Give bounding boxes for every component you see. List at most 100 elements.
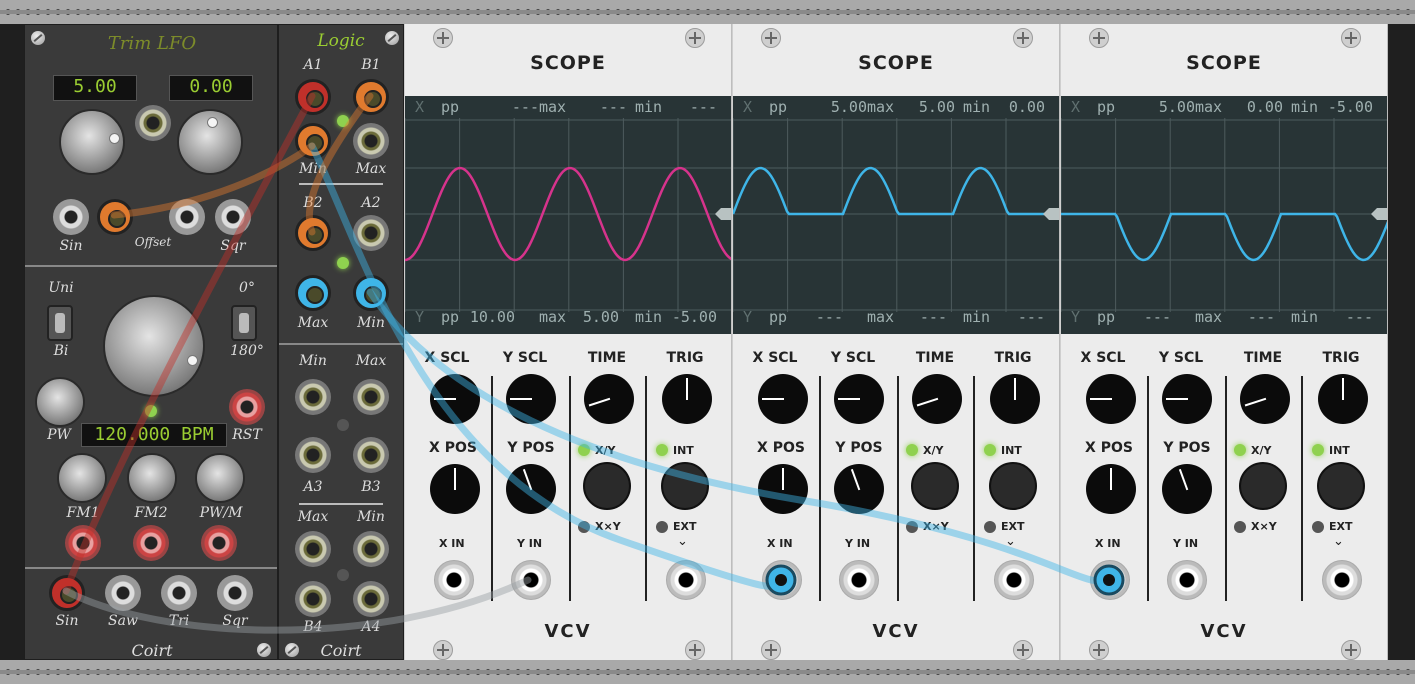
sqr-output-jack-bottom[interactable] — [217, 575, 253, 611]
offset-knob[interactable] — [177, 109, 243, 175]
bpm-display: 120.000 BPM — [81, 423, 227, 447]
sin-output-plug[interactable] — [49, 575, 85, 611]
x-position-knob[interactable] — [430, 464, 480, 514]
x-scale-knob[interactable] — [430, 374, 480, 424]
max-label-2: Max — [297, 315, 329, 331]
screw-icon — [433, 640, 453, 660]
pwm-knob[interactable] — [195, 453, 245, 503]
pp-label: pp — [1097, 98, 1116, 116]
x-scale-knob[interactable] — [1086, 374, 1136, 424]
ext-trigger-input-jack[interactable] — [994, 560, 1034, 600]
fm1-input-jack[interactable] — [65, 525, 101, 561]
max-output-plug[interactable] — [295, 275, 331, 311]
y-scale-knob[interactable] — [834, 374, 884, 424]
b1-label: B1 — [361, 57, 381, 73]
sqr-output-jack[interactable] — [215, 199, 251, 235]
trigger-level-marker — [1043, 208, 1059, 220]
a3-input-jack[interactable] — [295, 437, 331, 473]
y-input-jack[interactable] — [839, 560, 879, 600]
tri-output-jack[interactable] — [161, 575, 197, 611]
uni-bi-switch[interactable] — [47, 305, 73, 341]
xy-mode-label: X/Y — [1251, 444, 1272, 457]
pwm-input-jack[interactable] — [201, 525, 237, 561]
trigger-source-button[interactable] — [661, 462, 709, 510]
column-divider — [569, 376, 571, 601]
y-scale-label: Y SCL — [830, 350, 876, 366]
brand-label: Coirt — [320, 641, 362, 660]
phase-switch[interactable] — [231, 305, 257, 341]
offset-output-jack[interactable] — [169, 199, 205, 235]
y-min-value: -5.00 — [671, 308, 717, 326]
min-output-plug-2[interactable] — [353, 275, 389, 311]
reset-input-jack[interactable] — [229, 389, 265, 425]
fm2-knob[interactable] — [127, 453, 177, 503]
max-output-jack-3[interactable] — [353, 379, 389, 415]
y-readout: Y pp 10.00 max 5.00 min -5.00 — [405, 306, 731, 328]
scope-title: SCOPE — [530, 52, 606, 74]
fm1-knob[interactable] — [57, 453, 107, 503]
y-scale-label: Y SCL — [1158, 350, 1204, 366]
fm2-input-jack[interactable] — [133, 525, 169, 561]
y-readout: Y pp --- max --- min --- — [1061, 306, 1387, 328]
y-scale-knob[interactable] — [506, 374, 556, 424]
b1-input-plug[interactable] — [353, 79, 389, 115]
sin-output-jack[interactable] — [53, 199, 89, 235]
a1-label: A1 — [303, 57, 323, 73]
trigger-source-button[interactable] — [989, 462, 1037, 510]
trigger-source-button[interactable] — [1317, 462, 1365, 510]
xy-mode-led — [1234, 444, 1246, 456]
min-output-jack-3[interactable] — [295, 379, 331, 415]
time-knob[interactable] — [584, 374, 634, 424]
b4-input-jack[interactable] — [295, 581, 331, 617]
xy-mode-button[interactable] — [911, 462, 959, 510]
sqr-label-bottom: Sqr — [222, 613, 248, 629]
x-scale-knob[interactable] — [758, 374, 808, 424]
y-max-value: --- — [1247, 308, 1275, 326]
ext-trigger-input-jack[interactable] — [666, 560, 706, 600]
xy-mode-button[interactable] — [583, 462, 631, 510]
a1-input-plug[interactable] — [295, 79, 331, 115]
int-trigger-label: INT — [673, 444, 694, 457]
max-output-jack[interactable] — [353, 123, 389, 159]
trim-input-jack[interactable] — [135, 105, 171, 141]
min-output-jack-4[interactable] — [353, 531, 389, 567]
b3-input-jack[interactable] — [353, 437, 389, 473]
frequency-knob[interactable] — [103, 295, 205, 397]
a2-input-jack[interactable] — [353, 215, 389, 251]
min-output-plug[interactable] — [295, 123, 331, 159]
x-input-jack[interactable] — [1090, 560, 1130, 600]
xxy-mode-label: X×Y — [1251, 520, 1277, 533]
y-position-knob[interactable] — [506, 464, 556, 514]
amplitude-knob[interactable] — [59, 109, 125, 175]
a4-input-jack[interactable] — [353, 581, 389, 617]
trigger-knob[interactable] — [1318, 374, 1368, 424]
x-max-value: 5.00 — [918, 98, 955, 116]
x-input-jack[interactable] — [762, 560, 802, 600]
x-position-knob[interactable] — [758, 464, 808, 514]
time-knob[interactable] — [912, 374, 962, 424]
time-knob[interactable] — [1240, 374, 1290, 424]
xxy-mode-label: X×Y — [595, 520, 621, 533]
ext-trigger-input-jack[interactable] — [1322, 560, 1362, 600]
trigger-knob[interactable] — [990, 374, 1040, 424]
y-position-knob[interactable] — [834, 464, 884, 514]
trig-label: TRIG — [994, 350, 1032, 366]
saw-output-jack[interactable] — [105, 575, 141, 611]
x-position-knob[interactable] — [1086, 464, 1136, 514]
pulse-width-knob[interactable] — [35, 377, 85, 427]
x-input-jack[interactable] — [434, 560, 474, 600]
y-scale-knob[interactable] — [1162, 374, 1212, 424]
screw-icon — [1013, 28, 1033, 48]
xy-mode-button[interactable] — [1239, 462, 1287, 510]
min-label: Min — [299, 161, 327, 177]
trigger-knob[interactable] — [662, 374, 712, 424]
ext-trigger-label: EXT — [673, 520, 697, 533]
b2-input-plug[interactable] — [295, 215, 331, 251]
y-input-jack[interactable] — [1167, 560, 1207, 600]
y-input-jack[interactable] — [511, 560, 551, 600]
max-output-jack-4[interactable] — [295, 531, 331, 567]
y-position-knob[interactable] — [1162, 464, 1212, 514]
offset-output-plug[interactable] — [97, 199, 133, 235]
y-pp-value: --- — [815, 308, 843, 326]
x-max-value: 0.00 — [1246, 98, 1283, 116]
